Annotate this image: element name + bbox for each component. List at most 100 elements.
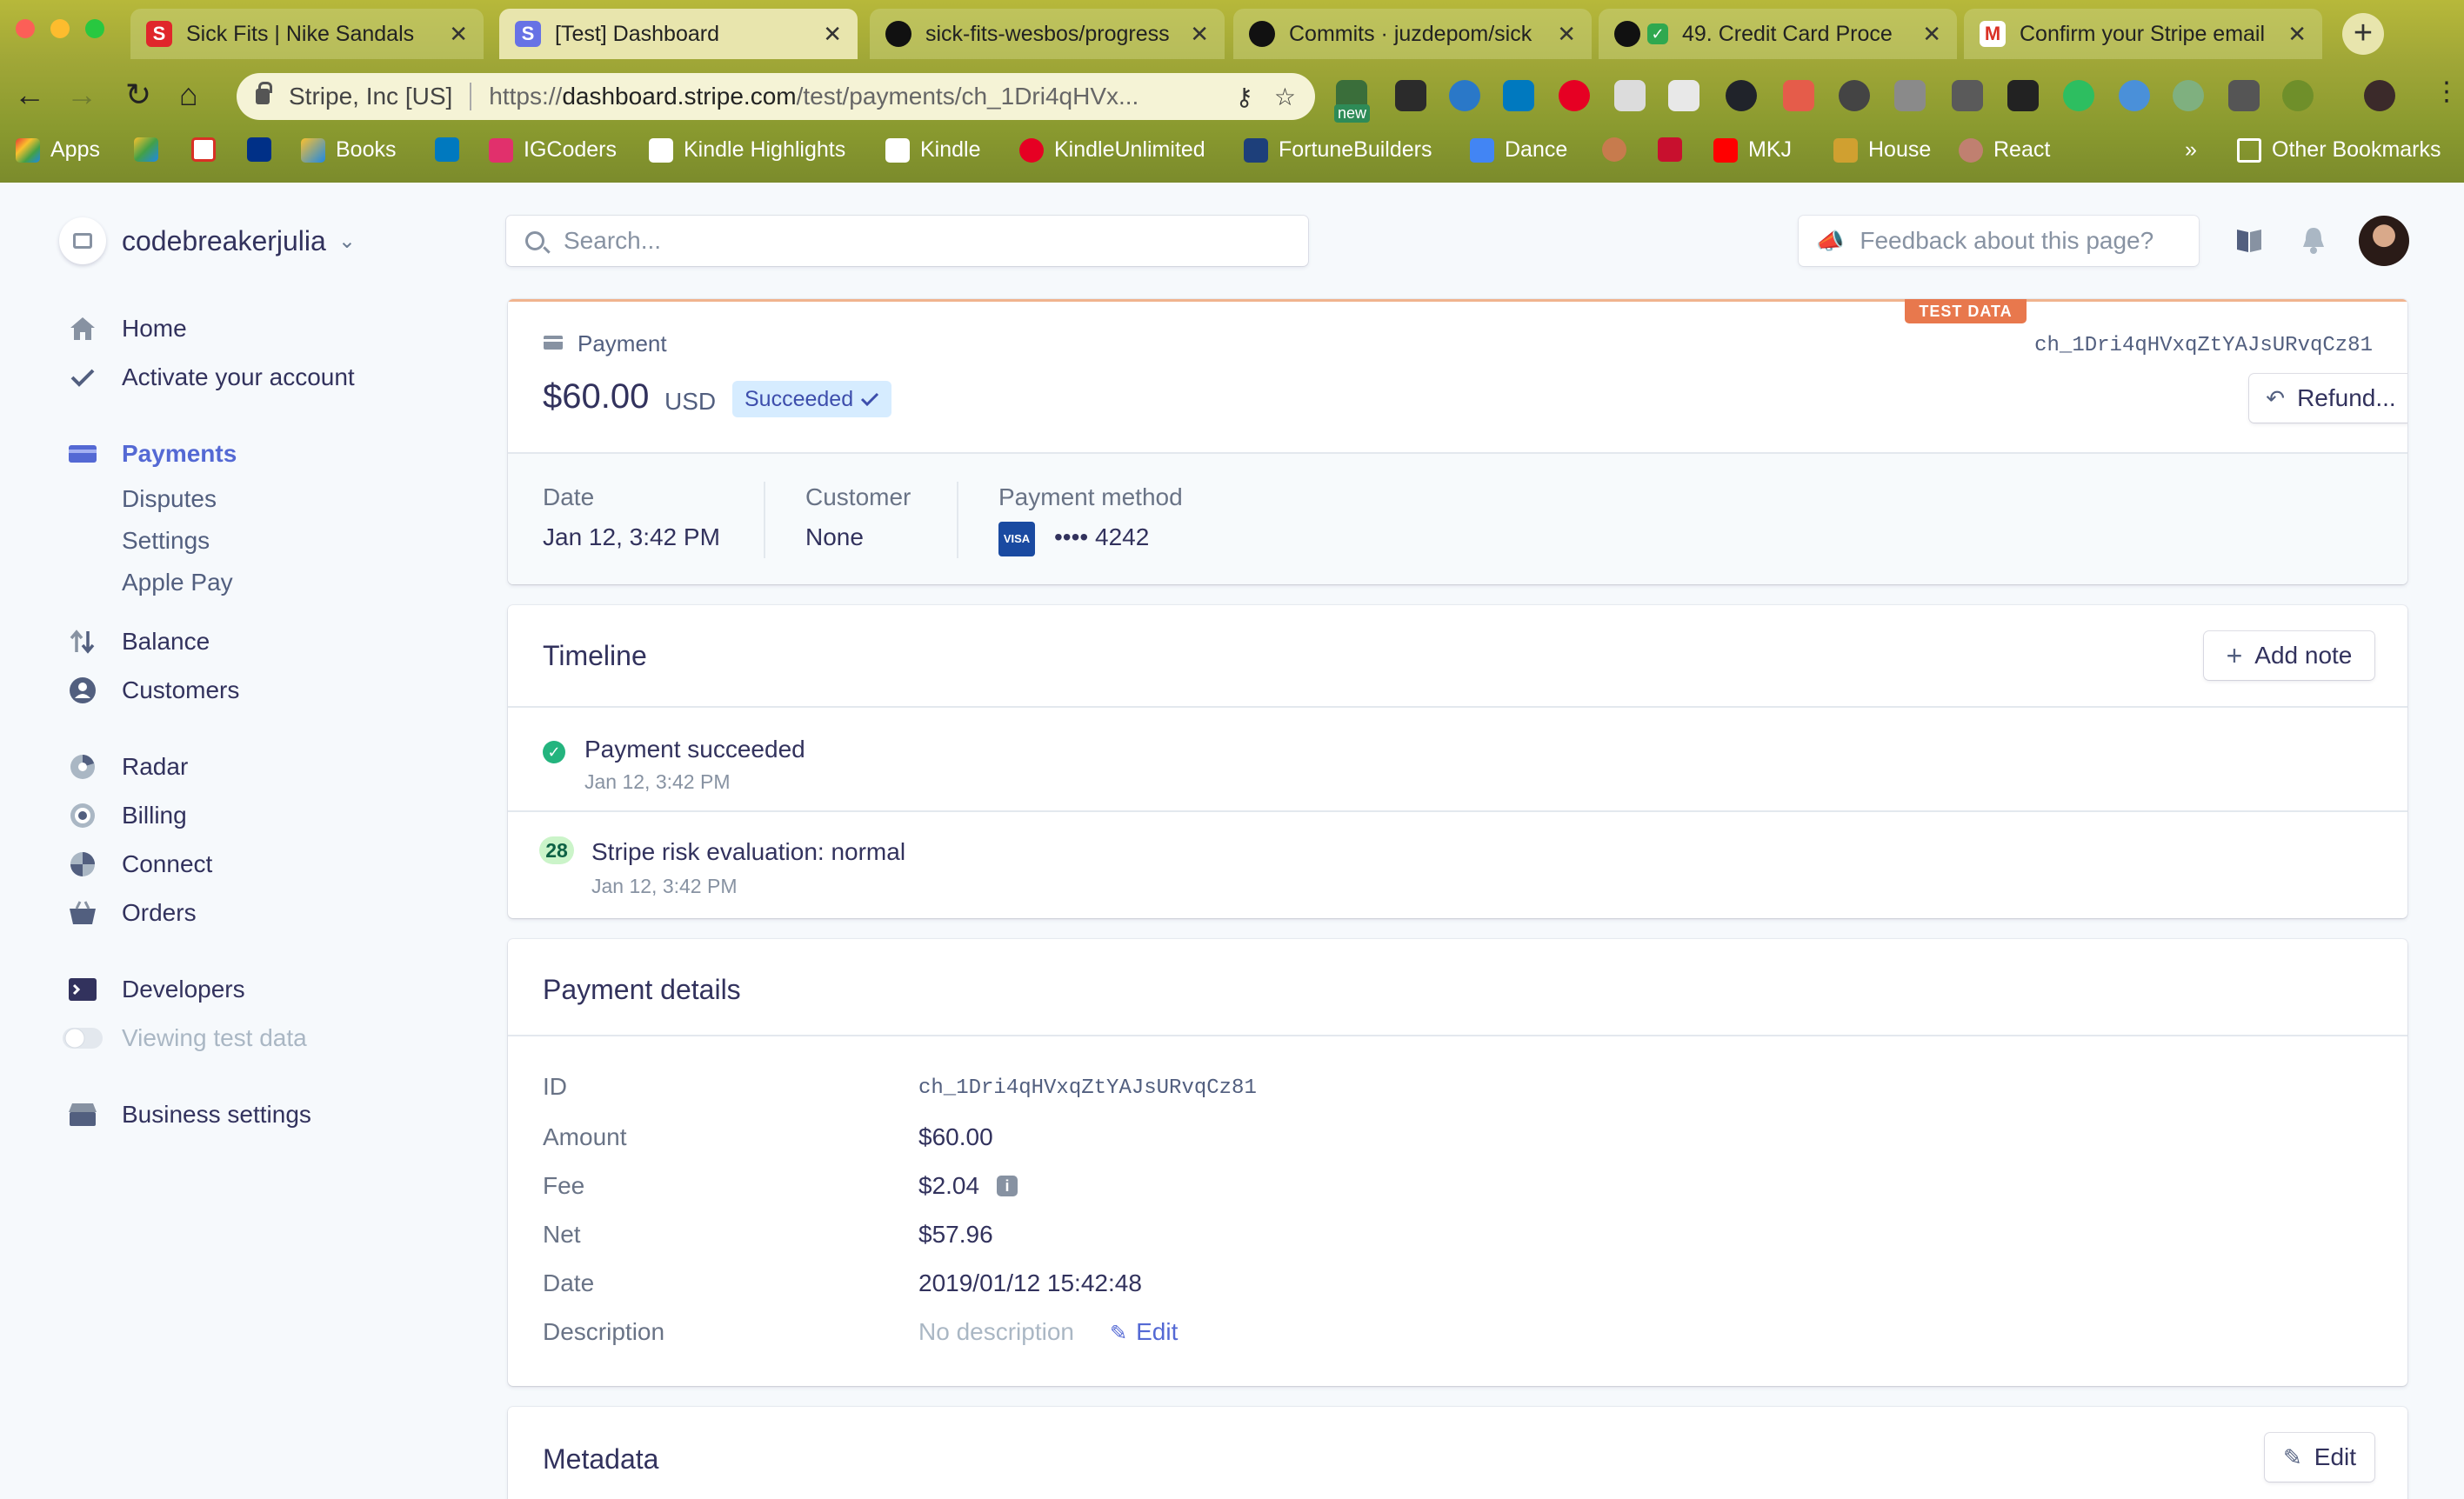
sidebar-item-customers[interactable]: Customers <box>0 673 487 708</box>
extension-react-icon[interactable] <box>1726 80 1757 111</box>
add-note-button[interactable]: + Add note <box>2204 631 2374 680</box>
bookmark-kindle-highlights[interactable]: Kindle Highlights <box>649 137 845 163</box>
browser-tab[interactable]: S Sick Fits | Nike Sandals ✕ <box>130 9 484 59</box>
address-bar[interactable]: Stripe, Inc [US] https://dashboard.strip… <box>237 73 1315 120</box>
bookmark-v[interactable] <box>1658 137 1682 162</box>
account-switcher[interactable]: codebreakerjulia ⌄ <box>59 217 356 264</box>
extension-globe-icon[interactable] <box>2119 80 2150 111</box>
bookmark-igcoders[interactable]: IGCoders <box>489 137 617 163</box>
close-tab-icon[interactable]: ✕ <box>449 21 468 48</box>
bookmark-dance[interactable]: Dance <box>1470 137 1567 163</box>
user-avatar[interactable] <box>2359 216 2409 266</box>
docs-book-icon[interactable] <box>2234 224 2265 256</box>
notifications-bell-icon[interactable] <box>2298 224 2329 256</box>
extension-screenshot-icon[interactable] <box>1783 80 1814 111</box>
bookmark-trello[interactable] <box>435 137 459 162</box>
extension-circle-icon[interactable] <box>1839 80 1870 111</box>
bookmark-paypal[interactable] <box>247 137 271 162</box>
extension-target-icon[interactable] <box>2173 80 2204 111</box>
bookmark-drive[interactable] <box>134 137 158 162</box>
browser-tab[interactable]: Commits · juzdepom/sick ✕ <box>1233 9 1592 59</box>
feedback-button[interactable]: 📣 Feedback about this page? <box>1799 216 2199 266</box>
browser-menu-icon[interactable]: ⋮ <box>2434 77 2460 107</box>
extension-trello-icon[interactable] <box>1503 80 1534 111</box>
description-edit-link[interactable]: ✎ Edit <box>1110 1318 1178 1346</box>
extension-grid-icon[interactable] <box>1614 80 1646 111</box>
extension-v-icon[interactable] <box>1894 80 1926 111</box>
sidebar-item-label: Developers <box>122 976 245 1003</box>
close-tab-icon[interactable]: ✕ <box>2287 21 2307 48</box>
sidebar-item-settings[interactable]: Settings <box>0 523 487 558</box>
extension-dots-icon[interactable] <box>1395 80 1426 111</box>
browser-tab[interactable]: ✓ 49. Credit Card Proce ✕ <box>1599 9 1957 59</box>
sidebar-item-business-settings[interactable]: Business settings <box>0 1097 487 1132</box>
extension-k-icon[interactable] <box>2228 80 2260 111</box>
sidebar-item-connect[interactable]: Connect <box>0 847 487 882</box>
bookmark-gmail[interactable] <box>191 137 216 162</box>
face-icon <box>1602 137 1626 162</box>
bookmark-house[interactable]: House <box>1833 137 1931 163</box>
close-window-button[interactable] <box>16 19 35 38</box>
extension-layers-icon[interactable] <box>2007 80 2039 111</box>
minimize-window-button[interactable] <box>50 19 70 38</box>
bookmark-mkj[interactable]: MKJ <box>1713 137 1792 163</box>
browser-tab-active[interactable]: S [Test] Dashboard ✕ <box>499 9 858 59</box>
extension-eye-icon[interactable] <box>1449 80 1480 111</box>
key-icon[interactable]: ⚷ <box>1235 83 1253 111</box>
url-text[interactable]: https://dashboard.stripe.com/test/paymen… <box>489 83 1214 110</box>
bookmark-avatar[interactable] <box>1602 137 1626 162</box>
close-tab-icon[interactable]: ✕ <box>1922 21 1941 48</box>
sidebar-item-billing[interactable]: Billing <box>0 798 487 833</box>
extension-evernote-icon[interactable] <box>2063 80 2094 111</box>
back-icon[interactable]: ← <box>14 77 45 113</box>
fee-info-icon[interactable]: i <box>997 1176 1018 1196</box>
customers-icon <box>68 676 97 705</box>
sidebar-item-radar[interactable]: Radar <box>0 750 487 784</box>
details-divider <box>508 1035 2407 1036</box>
close-tab-icon[interactable]: ✕ <box>1557 21 1576 48</box>
test-data-toggle[interactable]: Viewing test data <box>0 1021 487 1056</box>
metadata-edit-button[interactable]: ✎ Edit <box>2265 1433 2374 1482</box>
sidebar-item-orders[interactable]: Orders <box>0 896 487 930</box>
site-identity: Stripe, Inc [US] <box>289 83 453 110</box>
maximize-window-button[interactable] <box>85 19 104 38</box>
drive-icon <box>301 137 325 163</box>
browser-tab[interactable]: sick-fits-wesbos/progress ✕ <box>870 9 1225 59</box>
bookmark-other[interactable]: Other Bookmarks <box>2237 137 2441 163</box>
extension-panel-icon[interactable] <box>1668 80 1699 111</box>
extension-pinterest-icon[interactable] <box>1559 80 1590 111</box>
sidebar-item-payments[interactable]: Payments <box>0 436 487 471</box>
close-tab-icon[interactable]: ✕ <box>823 21 842 48</box>
bookmark-apps[interactable]: Apps <box>16 137 100 163</box>
sidebar-item-developers[interactable]: Developers <box>0 972 487 1007</box>
bookmark-kindle-unlimited[interactable]: KindleUnlimited <box>1019 137 1205 163</box>
google-drive-icon <box>134 137 158 162</box>
profile-avatar-icon[interactable] <box>2364 80 2395 111</box>
bookmark-label: Other Bookmarks <box>2272 137 2441 162</box>
extension-a-icon[interactable] <box>2282 80 2314 111</box>
reload-icon[interactable]: ↻ <box>125 77 151 113</box>
timeline-event: 28 Stripe risk evaluation: normal Jan 12… <box>508 812 2407 916</box>
browser-tab[interactable]: M Confirm your Stripe email ✕ <box>1964 9 2322 59</box>
sidebar-item-disputes[interactable]: Disputes <box>0 482 487 516</box>
home-browser-icon[interactable]: ⌂ <box>179 77 198 113</box>
bookmark-react[interactable]: React <box>1959 137 2050 163</box>
sidebar-item-balance[interactable]: Balance <box>0 624 487 659</box>
search-input[interactable]: Search... <box>506 216 1308 266</box>
bookmarks-overflow[interactable]: » <box>2185 137 2197 163</box>
react-icon <box>1959 137 1983 163</box>
bookmark-books[interactable]: Books <box>301 137 396 163</box>
sidebar-item-activate[interactable]: Activate your account <box>0 360 487 395</box>
pinterest-icon <box>1019 137 1044 163</box>
new-tab-button[interactable]: + <box>2342 13 2384 55</box>
payment-method-label: Payment method <box>998 483 1183 510</box>
sidebar-item-apple-pay[interactable]: Apple Pay <box>0 565 487 600</box>
close-tab-icon[interactable]: ✕ <box>1190 21 1209 48</box>
bookmark-star-icon[interactable]: ☆ <box>1274 83 1296 111</box>
sidebar-item-home[interactable]: Home <box>0 311 487 346</box>
bookmark-fortunebuilders[interactable]: FortuneBuilders <box>1244 137 1432 163</box>
extension-eyedropper-icon[interactable] <box>1952 80 1983 111</box>
bookmark-kindle[interactable]: Kindle <box>885 137 981 163</box>
forward-icon[interactable]: → <box>66 77 97 113</box>
refund-button[interactable]: ↶ Refund... <box>2249 374 2407 423</box>
